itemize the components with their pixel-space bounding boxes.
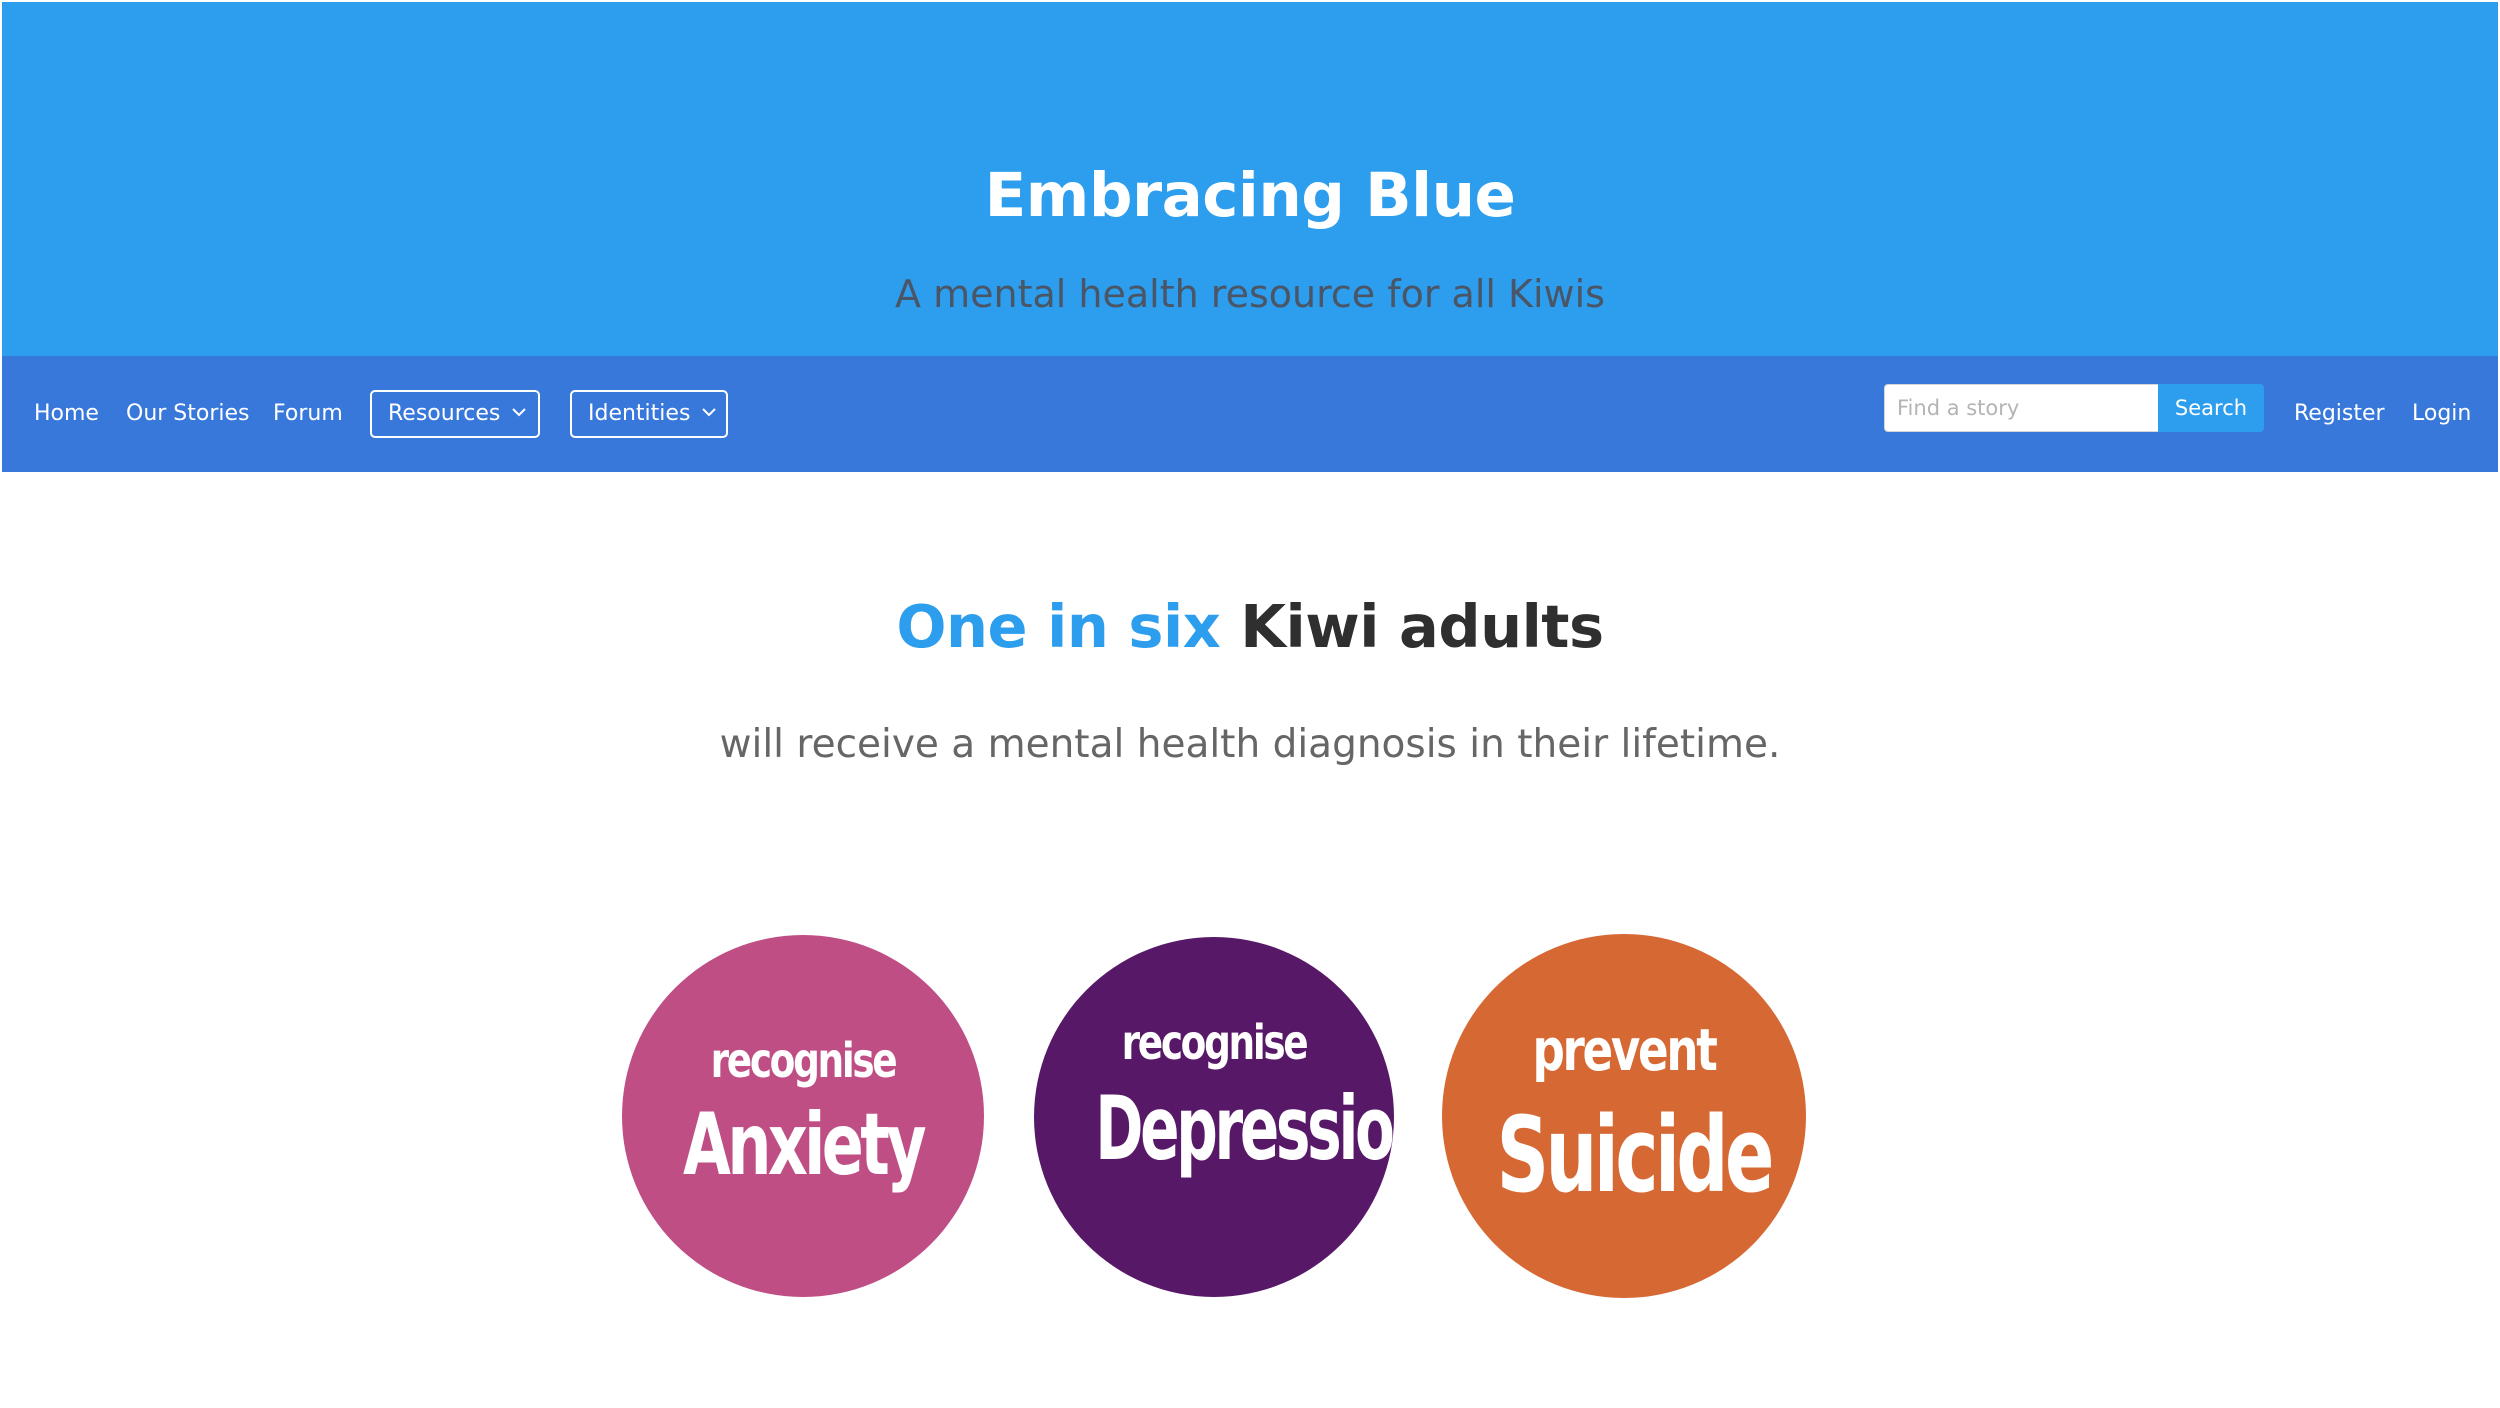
nav-home-link[interactable]: Home xyxy=(34,356,99,472)
stat-heading: One in six Kiwi adults xyxy=(0,592,2500,661)
main-navbar: Home Our Stories Forum Resources Identit… xyxy=(2,356,2498,472)
nav-forum-link[interactable]: Forum xyxy=(273,356,343,472)
nav-resources-dropdown[interactable]: Resources xyxy=(370,390,540,438)
chevron-down-icon xyxy=(702,408,717,417)
nav-register-link[interactable]: Register xyxy=(2294,356,2385,472)
search-button[interactable]: Search xyxy=(2158,384,2264,432)
recognise-anxiety-link[interactable]: recognise Anxiety xyxy=(622,935,984,1297)
nav-identities-dropdown[interactable]: Identities xyxy=(570,390,728,438)
nav-identities-label: Identities xyxy=(588,401,691,426)
nav-our-stories-link[interactable]: Our Stories xyxy=(126,356,250,472)
stat-heading-rest: Kiwi adults xyxy=(1220,592,1604,661)
circle-topic: Suicide xyxy=(1496,1094,1775,1216)
nav-resources-label: Resources xyxy=(388,401,501,426)
prevent-suicide-link[interactable]: prevent Suicide xyxy=(1442,934,1806,1298)
circle-verb: recognise xyxy=(710,1033,898,1089)
story-search-input[interactable] xyxy=(1884,384,2158,432)
circle-topic: Depression xyxy=(1095,1077,1433,1180)
recognise-depression-link[interactable]: recognise Depression xyxy=(1034,937,1433,1297)
chevron-down-icon xyxy=(512,408,527,417)
site-tagline: A mental health resource for all Kiwis xyxy=(895,272,1605,316)
stat-subtitle: will receive a mental health diagnosis i… xyxy=(719,722,1781,767)
hero-banner: Embracing Blue A mental health resource … xyxy=(2,2,2498,356)
circle-verb: prevent xyxy=(1532,1016,1717,1084)
circle-topic: Anxiety xyxy=(683,1095,927,1195)
nav-login-link[interactable]: Login xyxy=(2412,356,2471,472)
site-title: Embracing Blue xyxy=(984,160,1516,231)
circle-verb: recognise xyxy=(1121,1015,1309,1071)
stat-highlight: One in six xyxy=(896,592,1221,661)
